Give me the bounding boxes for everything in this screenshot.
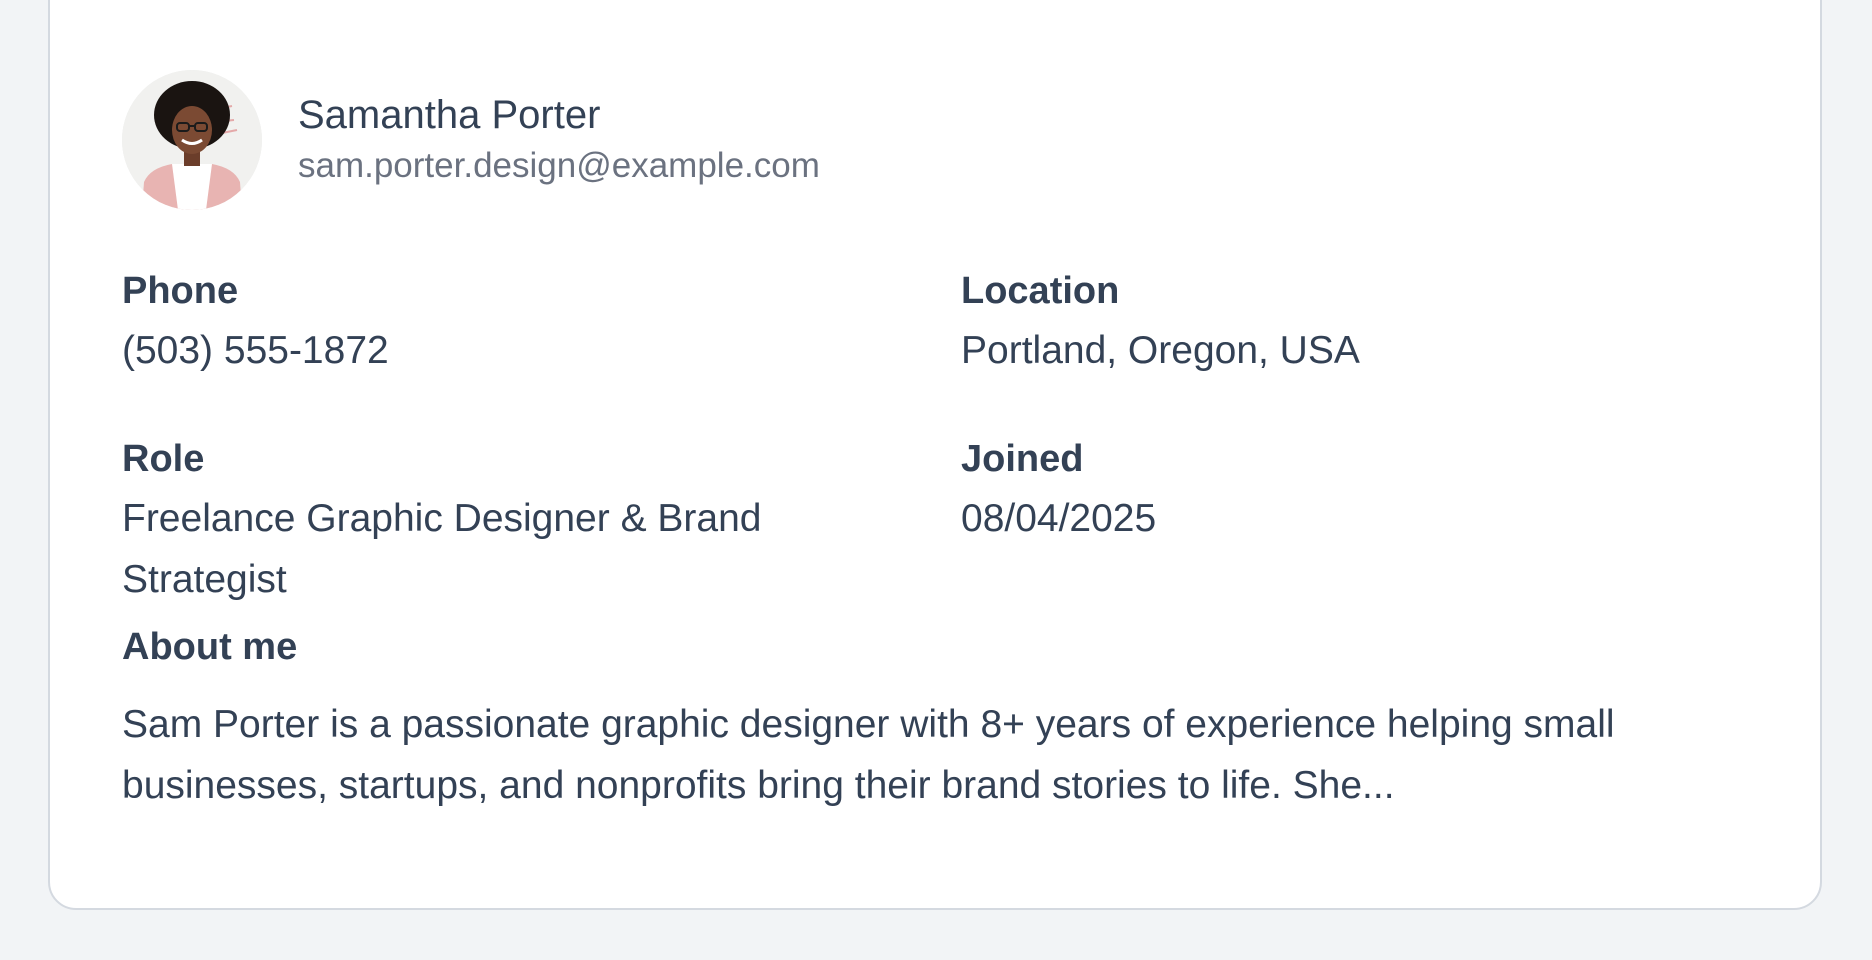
phone-value: (503) 555-1872 xyxy=(122,329,389,372)
joined-label: Joined xyxy=(961,438,1084,480)
role-field: Role Freelance Graphic Designer & Brand … xyxy=(122,434,822,610)
about-label: About me xyxy=(122,626,298,668)
about-text: Sam Porter is a passionate graphic desig… xyxy=(122,703,1615,807)
location-value: Portland, Oregon, USA xyxy=(961,329,1360,372)
avatar xyxy=(122,70,262,210)
role-value: Freelance Graphic Designer & Brand Strat… xyxy=(122,497,762,601)
phone-label: Phone xyxy=(122,270,239,312)
about-section: About me Sam Porter is a passionate grap… xyxy=(122,622,1782,816)
profile-card: Samantha Porter sam.porter.design@exampl… xyxy=(48,0,1822,910)
avatar-photo xyxy=(122,70,262,210)
profile-header: Samantha Porter sam.porter.design@exampl… xyxy=(122,70,820,210)
role-label: Role xyxy=(122,438,205,480)
profile-name: Samantha Porter xyxy=(298,93,601,137)
profile-identity: Samantha Porter sam.porter.design@exampl… xyxy=(298,89,820,191)
location-label: Location xyxy=(961,270,1120,312)
location-field: Location Portland, Oregon, USA xyxy=(961,266,1721,381)
joined-value: 08/04/2025 xyxy=(961,497,1157,540)
profile-email: sam.porter.design@example.com xyxy=(298,146,820,185)
phone-field: Phone (503) 555-1872 xyxy=(122,266,882,381)
joined-field: Joined 08/04/2025 xyxy=(961,434,1721,549)
